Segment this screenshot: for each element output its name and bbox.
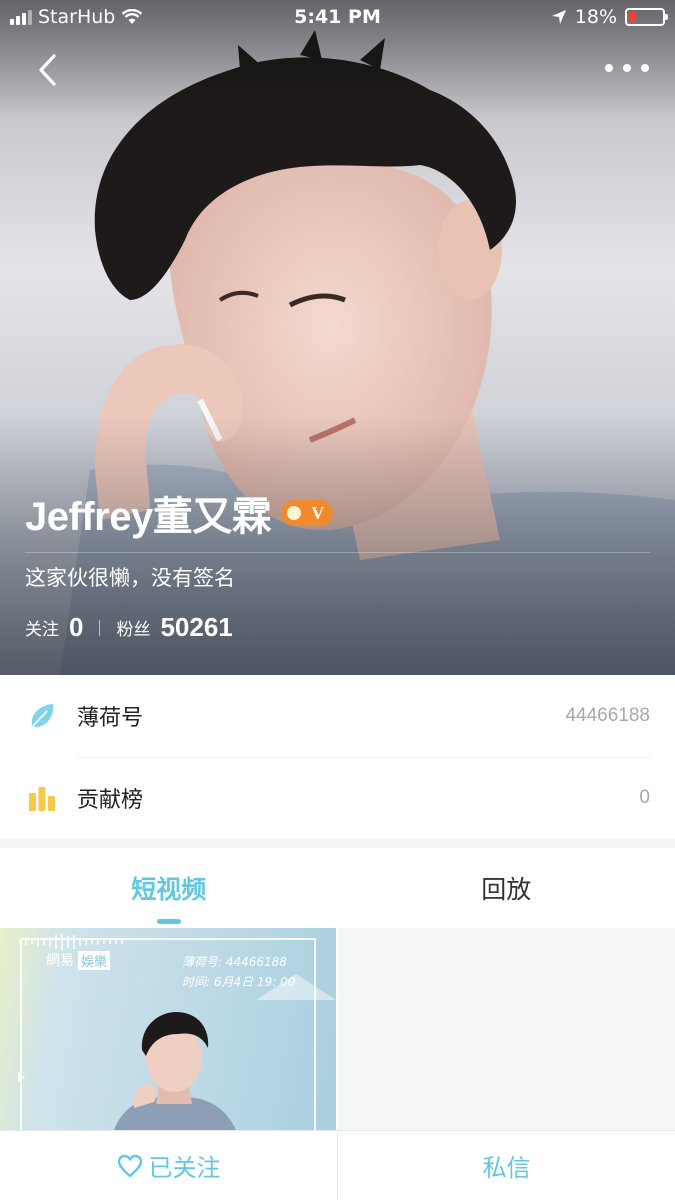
status-bar: StarHub 5:41 PM 18% <box>0 0 675 36</box>
video-thumbnail[interactable]: 網易 娛樂 薄荷号: 44466188 时间: 6月4日 19: 00 <box>0 928 336 1130</box>
bar-chart-icon <box>29 787 55 811</box>
profile-name: Jeffrey董又霖 <box>25 495 272 539</box>
badge-emblem-icon <box>287 506 302 520</box>
following-count[interactable]: 0 <box>69 612 83 643</box>
contribution-rank-label: 贡献榜 <box>77 788 144 813</box>
heart-icon <box>117 1154 142 1177</box>
mint-id-label: 薄荷号 <box>77 706 144 731</box>
battery-percent: 18% <box>574 6 617 28</box>
empty-thumbnail-slot <box>338 928 675 1130</box>
list-item-contribution-rank[interactable]: 贡献榜 0 <box>0 757 675 839</box>
thumbnail-id: 薄荷号: 44466188 <box>182 955 287 969</box>
profile-bio: 这家伙很懒，没有签名 <box>25 566 235 590</box>
thumbnail-brand: 網易 娛樂 <box>46 950 111 970</box>
list-item-mint-id[interactable]: 薄荷号 44466188 <box>0 675 675 757</box>
followed-button[interactable]: 已关注 <box>0 1131 337 1200</box>
battery-icon <box>625 8 668 26</box>
fans-label[interactable]: 粉丝 <box>116 615 150 640</box>
profile-cover: StarHub 5:41 PM 18% Jeffrey董又霖 V 这家伙很懒，没… <box>0 0 675 675</box>
message-label: 私信 <box>482 1154 531 1182</box>
more-options-icon[interactable] <box>605 52 649 84</box>
profile-header: Jeffrey董又霖 V <box>25 484 334 542</box>
active-tab-indicator <box>156 919 181 924</box>
location-arrow-icon <box>551 10 566 24</box>
play-icon <box>18 1072 25 1082</box>
mint-id-value: 44466188 <box>565 705 650 726</box>
info-list: 薄荷号 44466188 贡献榜 0 <box>0 675 675 839</box>
followed-label: 已关注 <box>148 1154 221 1182</box>
contribution-rank-value: 0 <box>639 787 650 808</box>
following-label[interactable]: 关注 <box>25 615 59 640</box>
thumbnail-portrait <box>114 1012 236 1130</box>
profile-stats: 关注 0 粉丝 50261 <box>25 612 233 643</box>
video-grid: 網易 娛樂 薄荷号: 44466188 时间: 6月4日 19: 00 <box>0 928 675 1130</box>
fans-count[interactable]: 50261 <box>160 612 232 643</box>
message-button[interactable]: 私信 <box>338 1131 675 1200</box>
content-tabs: 短视频 回放 <box>0 848 675 928</box>
tab-short-videos[interactable]: 短视频 <box>0 848 338 928</box>
back-chevron-icon[interactable] <box>30 50 70 90</box>
bottom-action-bar: 已关注 私信 <box>0 1130 675 1200</box>
battery-level <box>629 12 635 22</box>
stats-separator <box>99 619 101 636</box>
verified-badge: V <box>281 500 334 526</box>
leaf-icon <box>31 704 54 727</box>
tab-replays[interactable]: 回放 <box>338 848 675 928</box>
thumbnail-decoration <box>256 974 336 1000</box>
profile-divider <box>25 552 650 553</box>
